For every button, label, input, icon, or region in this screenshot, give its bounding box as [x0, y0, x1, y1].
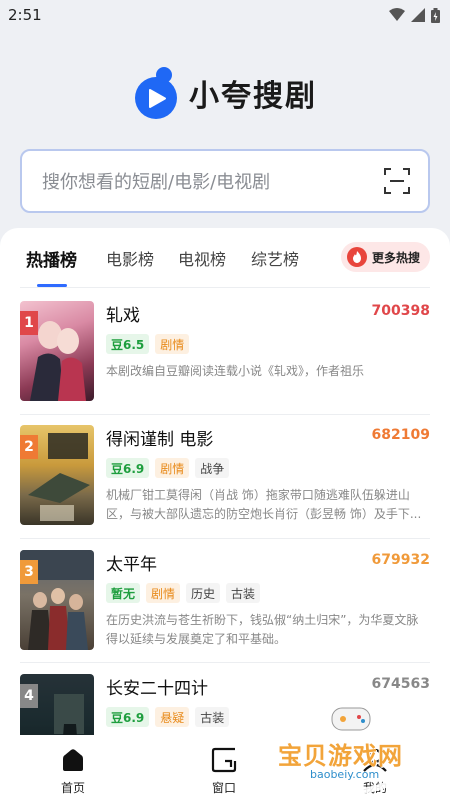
- nav-home-label: 首页: [60, 781, 85, 795]
- status-time: 2:51: [8, 6, 42, 24]
- item-tags: 暂无 剧情 历史 古装: [106, 583, 261, 603]
- window-icon: [211, 747, 237, 773]
- item-description: 机械厂钳工莫得闲（肖战 饰）拖家带口随逃难队伍躲进山区，与被大部队遗忘的防空炮长…: [106, 488, 422, 521]
- category-tag: 古装: [226, 583, 261, 603]
- score-tag: 豆6.9: [106, 458, 150, 478]
- category-tag: 战争: [195, 458, 230, 478]
- app-logo-row: 小夸搜剧: [0, 66, 450, 120]
- app-logo-icon: [135, 67, 177, 119]
- nav-window-label: 窗口: [211, 781, 236, 795]
- tab-movie[interactable]: 电影榜: [106, 246, 154, 270]
- more-hot-label: 更多热搜: [371, 250, 420, 265]
- rank-badge: 3: [20, 560, 38, 584]
- item-description: 本剧改编自豆瓣阅读连载小说《轧戏》，作者祖乐: [106, 364, 365, 378]
- status-bar: 2:51: [0, 0, 450, 30]
- genre-tag: 剧情: [155, 334, 190, 354]
- item-title: 得闲谨制 电影: [106, 430, 214, 450]
- heat-value: 682109: [371, 427, 430, 443]
- divider: [20, 662, 430, 663]
- item-tags: 豆6.9 悬疑 古装: [106, 707, 230, 727]
- item-title: 长安二十四计: [106, 679, 208, 699]
- item-description: 在历史洪流与苍生祈盼下，钱弘俶“纳土归宋”，为华夏文脉得以延续与发展奠定了和平基…: [106, 613, 419, 646]
- search-placeholder: 搜你想看的短剧/电影/电视剧: [42, 172, 271, 193]
- item-title: 轧戏: [106, 306, 140, 326]
- watermark-text: 宝贝游戏网: [278, 742, 403, 770]
- tab-variety[interactable]: 综艺榜: [251, 246, 299, 270]
- flame-icon: [346, 247, 367, 267]
- genre-tag: 剧情: [155, 458, 190, 478]
- item-tags: 豆6.9 剧情 战争: [106, 458, 230, 478]
- category-tag: 古装: [195, 707, 230, 727]
- item-tags: 豆6.5 剧情: [106, 334, 190, 354]
- score-tag: 豆6.9: [106, 707, 150, 727]
- rank-badge: 1: [20, 311, 38, 335]
- rank-badge: 2: [20, 435, 38, 459]
- nav-home[interactable]: 首页: [60, 747, 86, 796]
- search-input[interactable]: 搜你想看的短剧/电影/电视剧: [20, 149, 430, 213]
- divider: [20, 414, 430, 415]
- list-item[interactable]: 3 太平年 679932 暂无 剧情 历史 古装 在历史洪流与苍生祈盼下，钱弘俶…: [20, 550, 430, 650]
- divider: [20, 287, 430, 288]
- genre-tag: 悬疑: [155, 707, 190, 727]
- scan-icon[interactable]: [384, 168, 410, 194]
- signal-icon: [411, 8, 425, 22]
- more-hot-button[interactable]: 更多热搜: [340, 242, 430, 272]
- wifi-icon: [389, 8, 405, 21]
- category-tag: 历史: [186, 583, 221, 603]
- rank-badge: 4: [20, 684, 38, 708]
- list-item[interactable]: 2 得闲谨制 电影 682109 豆6.9 剧情 战争 机械厂钳工莫得闲（肖战 …: [20, 425, 430, 525]
- watermark-url: baobeiy.com: [310, 768, 380, 781]
- genre-tag: 剧情: [146, 583, 181, 603]
- nav-window[interactable]: 窗口: [211, 747, 237, 796]
- heat-value: 700398: [371, 303, 430, 319]
- item-title: 太平年: [106, 555, 157, 575]
- home-icon: [63, 749, 83, 771]
- tab-hot[interactable]: 热播榜: [26, 246, 77, 271]
- site-watermark: 宝贝游戏网 baobeiy.com: [270, 700, 430, 798]
- status-icons: [389, 7, 440, 23]
- heat-value: 674563: [371, 676, 430, 692]
- app-name: 小夸搜剧: [189, 79, 317, 114]
- divider: [20, 538, 430, 539]
- list-item[interactable]: 1 轧戏 700398 豆6.5 剧情 本剧改编自豆瓣阅读连载小说《轧戏》，作者…: [20, 301, 430, 401]
- ranking-tabs: 热播榜 电影榜 电视榜 综艺榜 更多热搜: [0, 228, 450, 288]
- score-tag: 豆6.5: [106, 334, 150, 354]
- heat-value: 679932: [371, 552, 430, 568]
- score-tag: 暂无: [106, 583, 141, 603]
- tab-tv[interactable]: 电视榜: [178, 246, 226, 270]
- battery-icon: [431, 7, 440, 23]
